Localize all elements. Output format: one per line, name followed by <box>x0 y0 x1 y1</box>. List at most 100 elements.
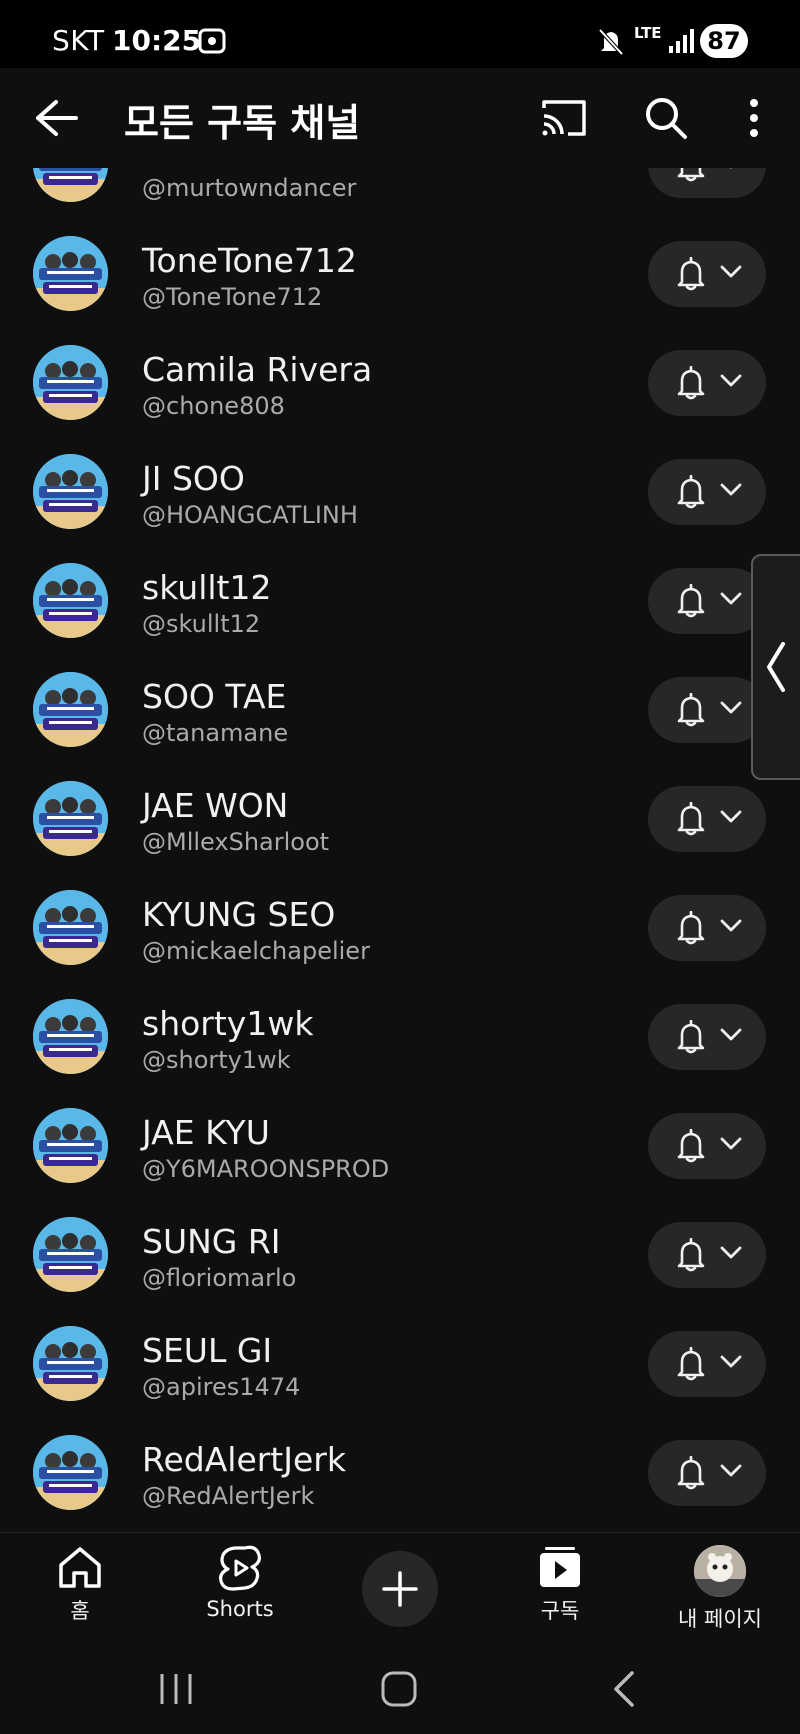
clock: 10:25 <box>112 24 202 57</box>
channel-row[interactable]: KYUNG SEO @mickaelchapelier <box>0 873 800 982</box>
channel-name: JAE WON <box>142 786 289 825</box>
channel-avatar[interactable] <box>33 236 108 311</box>
bell-icon <box>677 802 705 836</box>
channel-row[interactable]: RedAlertJerk @RedAlertJerk <box>0 1418 800 1527</box>
page-title: 모든 구독 채널 <box>124 101 361 145</box>
channel-name: Camila Rivera <box>142 350 373 389</box>
notification-settings-button[interactable] <box>648 895 766 961</box>
channel-handle: @MllexSharloot <box>142 828 330 856</box>
nav-my-page-label: 내 페이지 <box>678 1607 762 1631</box>
channel-handle: @tanamane <box>142 719 289 747</box>
channel-handle: @Y6MAROONSPROD <box>142 1155 390 1183</box>
bell-icon <box>677 693 705 727</box>
channel-handle: @HOANGCATLINH <box>142 501 358 529</box>
channel-avatar[interactable] <box>33 1108 108 1183</box>
channel-row[interactable]: JI SOO @HOANGCATLINH <box>0 437 800 546</box>
chevron-down-icon <box>720 592 742 605</box>
network-type: LTE <box>634 24 662 42</box>
system-navigation-bar <box>0 1640 800 1734</box>
chevron-down-icon <box>720 1028 742 1041</box>
notification-settings-button[interactable] <box>648 677 766 743</box>
notification-settings-button[interactable] <box>648 1440 766 1506</box>
channel-row[interactable]: SOO TAE @tanamane <box>0 655 800 764</box>
channel-handle: @RedAlertJerk <box>142 1482 315 1510</box>
notification-settings-button[interactable] <box>648 568 766 634</box>
notification-settings-button[interactable] <box>648 1222 766 1288</box>
search-icon[interactable] <box>644 96 688 140</box>
channel-name: JAE KYU <box>142 1113 270 1152</box>
bell-icon <box>677 1020 705 1054</box>
nav-subscriptions-label: 구독 <box>540 1599 580 1623</box>
bell-icon <box>677 366 705 400</box>
chevron-down-icon <box>720 701 742 714</box>
channel-row[interactable]: JAE WON @MllexSharloot <box>0 764 800 873</box>
channel-avatar[interactable] <box>33 563 108 638</box>
channel-handle: @murtowndancer <box>142 174 357 202</box>
channel-handle: @skullt12 <box>142 610 261 638</box>
home-system-icon[interactable] <box>380 1670 418 1708</box>
back-button[interactable] <box>34 98 80 138</box>
bell-icon <box>677 257 705 291</box>
notification-settings-button[interactable] <box>648 241 766 307</box>
notification-settings-button[interactable] <box>648 1331 766 1397</box>
channel-avatar[interactable] <box>33 781 108 856</box>
channel-avatar[interactable] <box>33 999 108 1074</box>
channel-avatar[interactable] <box>33 1435 108 1510</box>
nav-shorts[interactable]: Shorts <box>170 1545 310 1635</box>
notification-settings-button[interactable] <box>648 1004 766 1070</box>
notification-settings-button[interactable] <box>648 459 766 525</box>
channel-handle: @mickaelchapelier <box>142 937 370 965</box>
mute-icon <box>598 28 624 56</box>
notification-settings-button[interactable] <box>648 786 766 852</box>
recent-apps-icon[interactable] <box>158 1672 194 1706</box>
channel-avatar[interactable] <box>33 672 108 747</box>
bell-icon <box>677 1129 705 1163</box>
nav-home[interactable]: 홈 <box>10 1545 150 1635</box>
notification-settings-button[interactable] <box>648 1113 766 1179</box>
channel-row[interactable]: SEUL GI @apires1474 <box>0 1309 800 1418</box>
channel-row[interactable]: skullt12 @skullt12 <box>0 546 800 655</box>
create-button[interactable] <box>362 1551 438 1627</box>
channel-row[interactable]: @murtowndancer <box>0 168 800 219</box>
chevron-down-icon <box>720 810 742 823</box>
channel-row[interactable]: SUNG RI @floriomarlo <box>0 1200 800 1309</box>
channel-avatar[interactable] <box>33 345 108 420</box>
chevron-down-icon <box>720 919 742 932</box>
signal-icon <box>669 29 694 53</box>
chevron-down-icon <box>720 1355 742 1368</box>
chevron-down-icon <box>730 168 732 169</box>
chevron-down-icon <box>720 1137 742 1150</box>
channel-name: shorty1wk <box>142 1004 314 1043</box>
channel-name: SUNG RI <box>142 1222 281 1261</box>
channel-row[interactable]: Camila Rivera @chone808 <box>0 328 800 437</box>
channel-name: SEUL GI <box>142 1331 273 1370</box>
channel-row[interactable]: JAE KYU @Y6MAROONSPROD <box>0 1091 800 1200</box>
channel-row[interactable]: ToneTone712 @ToneTone712 <box>0 219 800 328</box>
nav-home-label: 홈 <box>70 1599 90 1623</box>
channel-handle: @chone808 <box>142 392 285 420</box>
bell-icon <box>677 475 705 509</box>
chevron-down-icon <box>720 483 742 496</box>
channel-avatar[interactable] <box>33 890 108 965</box>
channel-avatar[interactable] <box>33 1326 108 1401</box>
nav-subscriptions[interactable]: 구독 <box>490 1545 630 1635</box>
subscription-channel-list[interactable]: @murtowndancer ToneTone712 @ToneTone712 … <box>0 168 800 1532</box>
plus-icon <box>382 1571 418 1607</box>
notification-settings-button[interactable] <box>648 350 766 416</box>
channel-avatar[interactable] <box>33 1217 108 1292</box>
edge-panel-handle[interactable] <box>751 554 800 780</box>
back-system-icon[interactable] <box>612 1670 636 1708</box>
notification-settings-button[interactable] <box>648 168 766 198</box>
channel-name: SOO TAE <box>142 677 287 716</box>
channel-row[interactable]: shorty1wk @shorty1wk <box>0 982 800 1091</box>
cast-icon[interactable] <box>540 98 588 138</box>
chevron-down-icon <box>720 265 742 278</box>
channel-name: KYUNG SEO <box>142 895 336 934</box>
chevron-down-icon <box>720 374 742 387</box>
nav-my-page[interactable]: 내 페이지 <box>650 1545 790 1635</box>
bell-icon <box>677 1456 705 1490</box>
channel-avatar[interactable] <box>33 454 108 529</box>
channel-avatar[interactable] <box>33 168 108 202</box>
channel-name: RedAlertJerk <box>142 1440 346 1479</box>
more-vert-icon[interactable] <box>744 98 764 138</box>
